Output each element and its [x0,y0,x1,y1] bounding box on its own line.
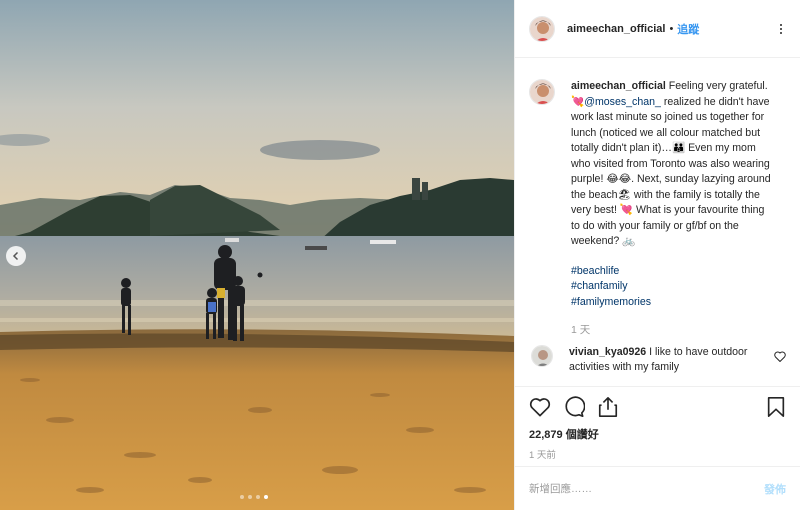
heart-icon[interactable] [774,351,786,362]
avatar[interactable] [531,345,553,367]
comment-username[interactable]: vivian_kya0926 [569,346,646,358]
separator-dot: • [669,22,674,35]
caption-text-part: realized he didn't have work last minute… [571,95,771,248]
hashtag-link[interactable]: #beachlife [571,264,771,280]
carousel-dot [248,495,252,499]
post-author-username[interactable]: aimeechan_official [567,23,665,35]
hashtag-link[interactable]: #chanfamily [571,279,771,295]
follow-button[interactable]: 追蹤 [677,21,699,37]
like-button[interactable] [529,397,551,417]
caption-username[interactable]: aimeechan_official [571,80,666,92]
avatar-image [530,16,554,41]
carousel-indicator [240,495,268,499]
post-photo[interactable] [0,0,514,510]
post-details-panel: aimeechan_official • 追蹤 aimeechan_offici… [514,0,800,510]
comment-button[interactable] [563,395,585,418]
chevron-left-icon [12,251,19,261]
comment-icon [565,395,585,417]
comments-list[interactable]: aimeechan_official Feeling very grateful… [515,59,800,386]
carousel-dot-active [264,495,268,499]
share-button[interactable] [597,396,619,418]
hashtags: #beachlife #chanfamily #familymemories [571,264,771,311]
carousel-prev-button[interactable] [6,246,26,266]
more-options-icon[interactable] [776,20,786,38]
post-timestamp: 1 天前 [529,450,556,461]
avatar[interactable] [529,15,555,42]
caption-text: aimeechan_official Feeling very grateful… [571,79,771,250]
heart-icon [529,397,551,416]
hashtag-link[interactable]: #familymemories [571,295,771,311]
caption-timestamp: 1 天 [571,324,591,336]
avatar-image [530,80,554,104]
share-icon [598,396,618,417]
save-button[interactable] [766,396,786,418]
bookmark-icon [767,396,785,417]
add-comment-input[interactable] [529,482,764,495]
comment-text: vivian_kya0926 I like to have outdoor ac… [569,345,749,375]
beach-photo-image [0,0,514,510]
action-bar [515,386,800,426]
mention-link[interactable]: @moses_chan_ [584,96,661,108]
carousel-dot [240,495,244,499]
caption-body: aimeechan_official Feeling very grateful… [571,79,771,337]
post-header: aimeechan_official • 追蹤 [515,0,800,58]
carousel-dot [256,495,260,499]
add-comment-bar: 發佈 [515,466,800,510]
caption: aimeechan_official Feeling very grateful… [529,79,786,337]
avatar-image [532,346,552,366]
avatar[interactable] [529,79,555,105]
post-comment-button[interactable]: 發佈 [764,481,786,497]
likes-count[interactable]: 22,879 個讚好 [529,426,599,442]
comment-row: vivian_kya0926 I like to have outdoor ac… [529,345,786,375]
